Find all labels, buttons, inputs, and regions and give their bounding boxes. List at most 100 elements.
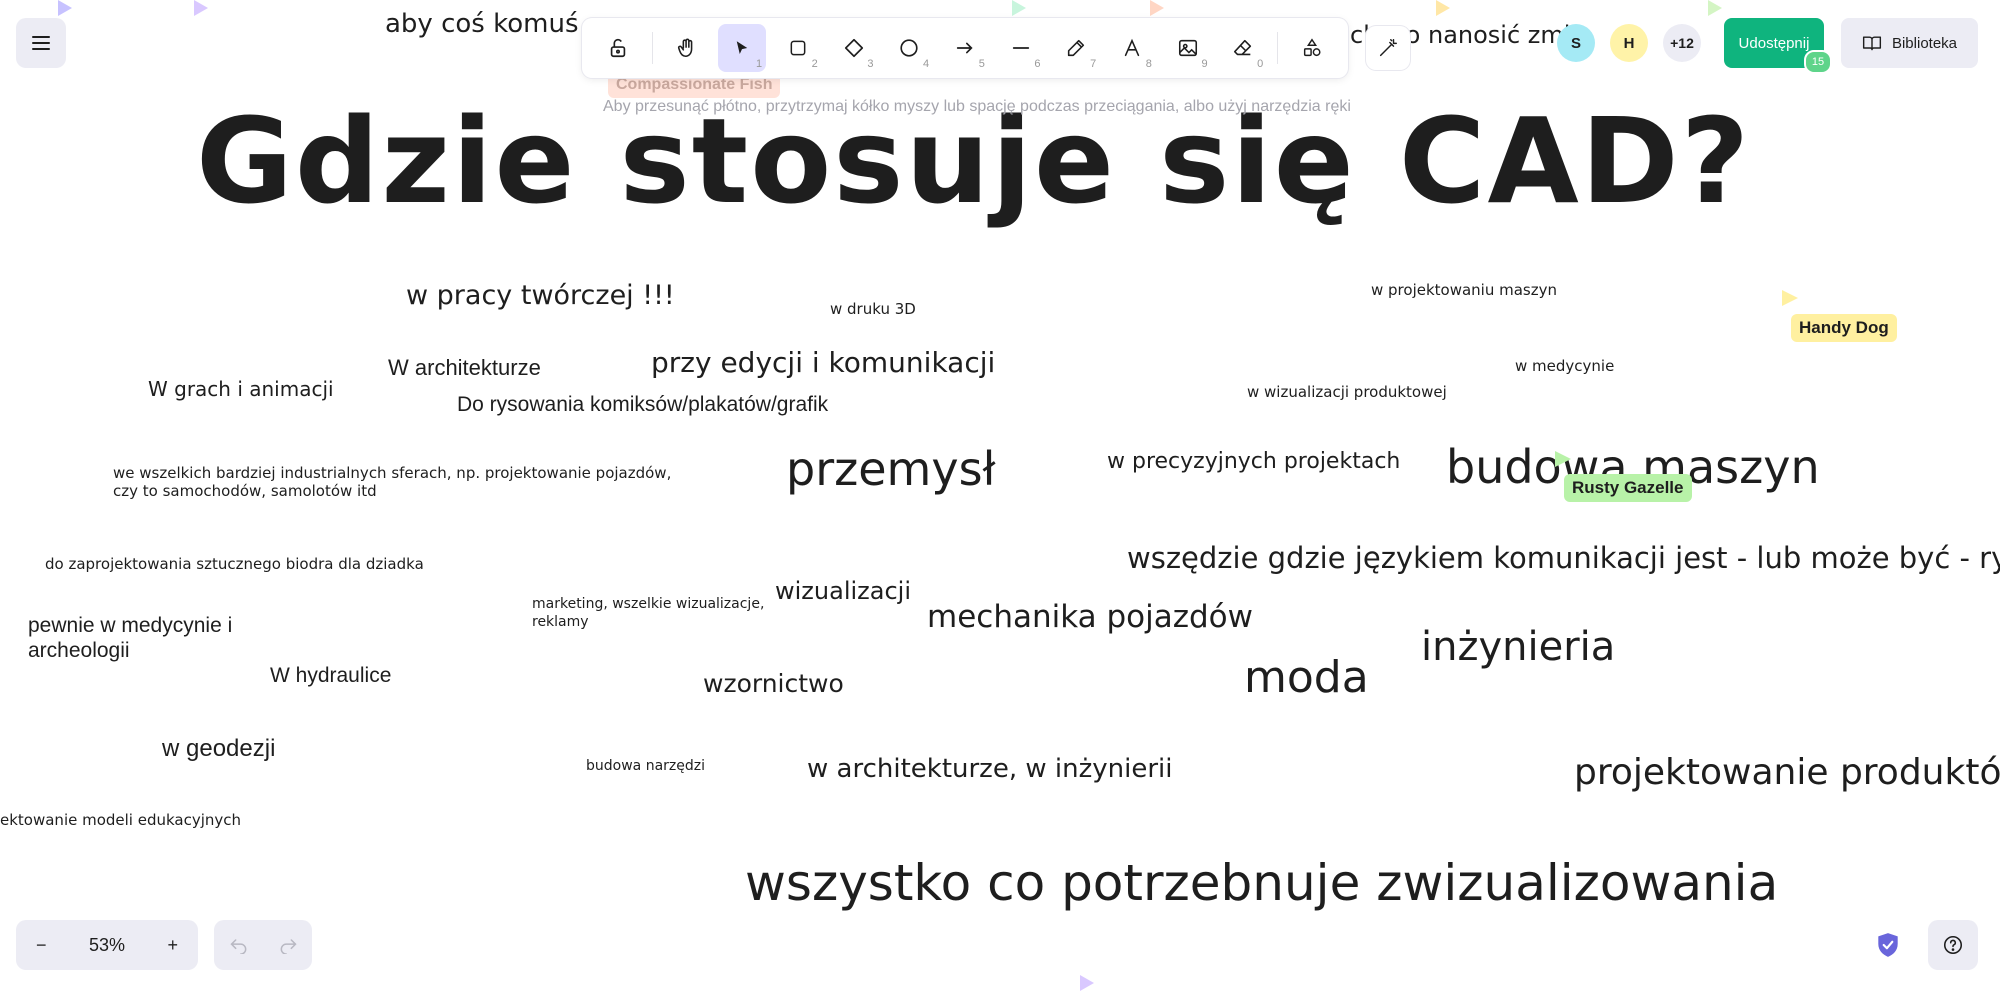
zoom-level[interactable]: 53% [89,935,125,956]
shortcut-key: 3 [867,58,874,70]
line-icon [1012,47,1029,49]
tool-draw[interactable]: 7 [1053,24,1101,72]
shortcut-key: 4 [923,58,930,70]
tool-diamond[interactable]: 3 [830,24,878,72]
canvas-text[interactable]: przemysł [786,443,996,496]
rectangle-icon [790,40,806,56]
canvas-text[interactable]: pewnie w medycynie i [28,614,232,638]
circle-icon [900,39,918,57]
collaborator-cursor-label: Handy Dog [1791,314,1897,342]
book-icon [1862,36,1882,51]
cursor-flag-icon [58,0,72,16]
cursor-flag-icon [1080,975,1094,991]
canvas-text[interactable]: Do rysowania komiksów/plakatów/grafik [457,393,828,417]
canvas-text[interactable]: w architekturze, w inżynierii [807,754,1172,785]
tool-hand[interactable] [663,24,711,72]
tool-image[interactable]: 9 [1164,24,1212,72]
magic-tool-button[interactable] [1366,26,1410,70]
eraser-icon [1234,39,1252,56]
collaborator-cursor-icon [1782,290,1798,306]
main-menu-button[interactable] [16,18,66,68]
collaborator-cursor-icon [1555,451,1571,467]
diamond-icon [844,38,863,58]
canvas-text[interactable]: w geodezji [162,735,275,763]
canvas-text[interactable]: archeologii [28,639,130,663]
canvas-text[interactable]: aby coś komuś [385,9,579,40]
shortcut-key: 5 [978,58,985,70]
zoom-out-button[interactable]: − [28,935,55,956]
canvas-text[interactable]: przy edycji i komunikacji [651,346,995,379]
zoom-controls: − 53% + [16,920,198,970]
redo-icon[interactable] [278,936,298,954]
tool-arrow[interactable]: 5 [941,24,989,72]
whiteboard-canvas[interactable]: aby coś komuś ch wo nanosić zmi Gdzie st… [0,0,2000,993]
avatar[interactable]: H [1610,24,1648,62]
canvas-text[interactable]: wszystko co potrzebnuje zwizualizowania [745,854,1778,913]
canvas-text[interactable]: w projektowaniu maszyn [1371,281,1557,299]
tool-rectangle[interactable]: 2 [774,24,822,72]
avatar[interactable]: S [1557,24,1595,62]
help-icon [1943,935,1963,955]
canvas-text[interactable]: do zaprojektowania sztucznego biodra dla… [45,555,424,573]
canvas-text[interactable]: marketing, wszelkie wizualizacje, [532,596,764,612]
canvas-text[interactable]: projektowanie produktów [1574,752,2000,793]
collaborator-count-badge: 15 [1804,50,1832,74]
shortcut-key: 1 [755,58,763,70]
canvas-text[interactable]: moda [1244,652,1369,704]
canvas-text[interactable]: wizualizacji [775,577,911,606]
shield-button[interactable] [1866,920,1910,970]
shortcut-key: 9 [1201,58,1208,70]
canvas-text[interactable]: we wszelkich bardziej industrialnych sfe… [113,464,671,482]
canvas-text[interactable]: czy to samochodów, samolotów itd [113,482,377,500]
canvas-text[interactable]: inżynieria [1421,624,1615,670]
tool-selection[interactable]: 1 [718,24,767,72]
tool-more-shapes[interactable] [1288,24,1336,72]
shortcut-key: 8 [1145,58,1152,70]
canvas-text[interactable]: W grach i animacji [148,378,334,401]
tool-toolbar: 1 2 3 4 5 6 7 8 9 0 [582,18,1348,78]
tool-ellipse[interactable]: 4 [885,24,933,72]
collaborator-cursor-label: Rusty Gazelle [1564,474,1692,502]
library-label: Biblioteka [1891,34,1958,52]
canvas-text[interactable]: w druku 3D [830,300,916,318]
canvas-text[interactable]: ektowanie modeli edukacyjnych [0,811,241,829]
shortcut-key: 6 [1034,58,1041,70]
canvas-text[interactable]: wszędzie gdzie językiem komunikacji jest… [1127,541,2000,575]
canvas-text[interactable]: w pracy twórczej !!! [406,280,675,311]
zoom-in-button[interactable]: + [159,935,186,956]
canvas-text[interactable]: reklamy [532,614,589,630]
image-icon [1178,39,1197,57]
arrow-right-icon [956,42,973,54]
canvas-text[interactable]: w precyzyjnych projektach [1107,449,1400,474]
undo-icon[interactable] [229,936,249,954]
shield-check-icon [1878,933,1898,957]
tool-eraser[interactable]: 0 [1220,24,1268,72]
tool-text[interactable]: 8 [1108,24,1156,72]
share-button[interactable]: Udostępnij 15 [1724,18,1832,74]
canvas-text[interactable]: w wizualizacji produktowej [1247,383,1447,401]
tool-lock[interactable] [594,24,642,72]
history-controls [214,920,312,970]
canvas-text[interactable]: w medycynie [1515,357,1614,375]
text-icon [1124,38,1140,57]
pointer-arrow-icon [736,41,748,54]
canvas-text[interactable]: W architekturze [388,355,541,380]
canvas-text[interactable]: wzornictwo [703,669,844,699]
tool-line[interactable]: 6 [997,24,1045,72]
unlock-icon [610,38,626,58]
toolbar-divider [651,32,653,64]
more-collaborators-badge[interactable]: +12 [1663,24,1701,62]
canvas-text[interactable]: W hydraulice [270,664,391,688]
hamburger-icon [32,36,50,50]
help-button[interactable] [1928,920,1978,970]
hand-icon [677,38,692,58]
canvas-text[interactable]: budowa narzędzi [586,758,705,774]
shapes-icon [1304,38,1321,57]
cursor-flag-icon [1012,0,1026,16]
library-button[interactable]: Biblioteka [1841,18,1978,68]
toolbar-divider [1277,32,1279,64]
cursor-flag-icon [1150,0,1164,16]
canvas-text[interactable]: mechanika pojazdów [927,599,1253,636]
cursor-flag-icon [194,0,208,16]
shortcut-key: 2 [811,58,818,70]
